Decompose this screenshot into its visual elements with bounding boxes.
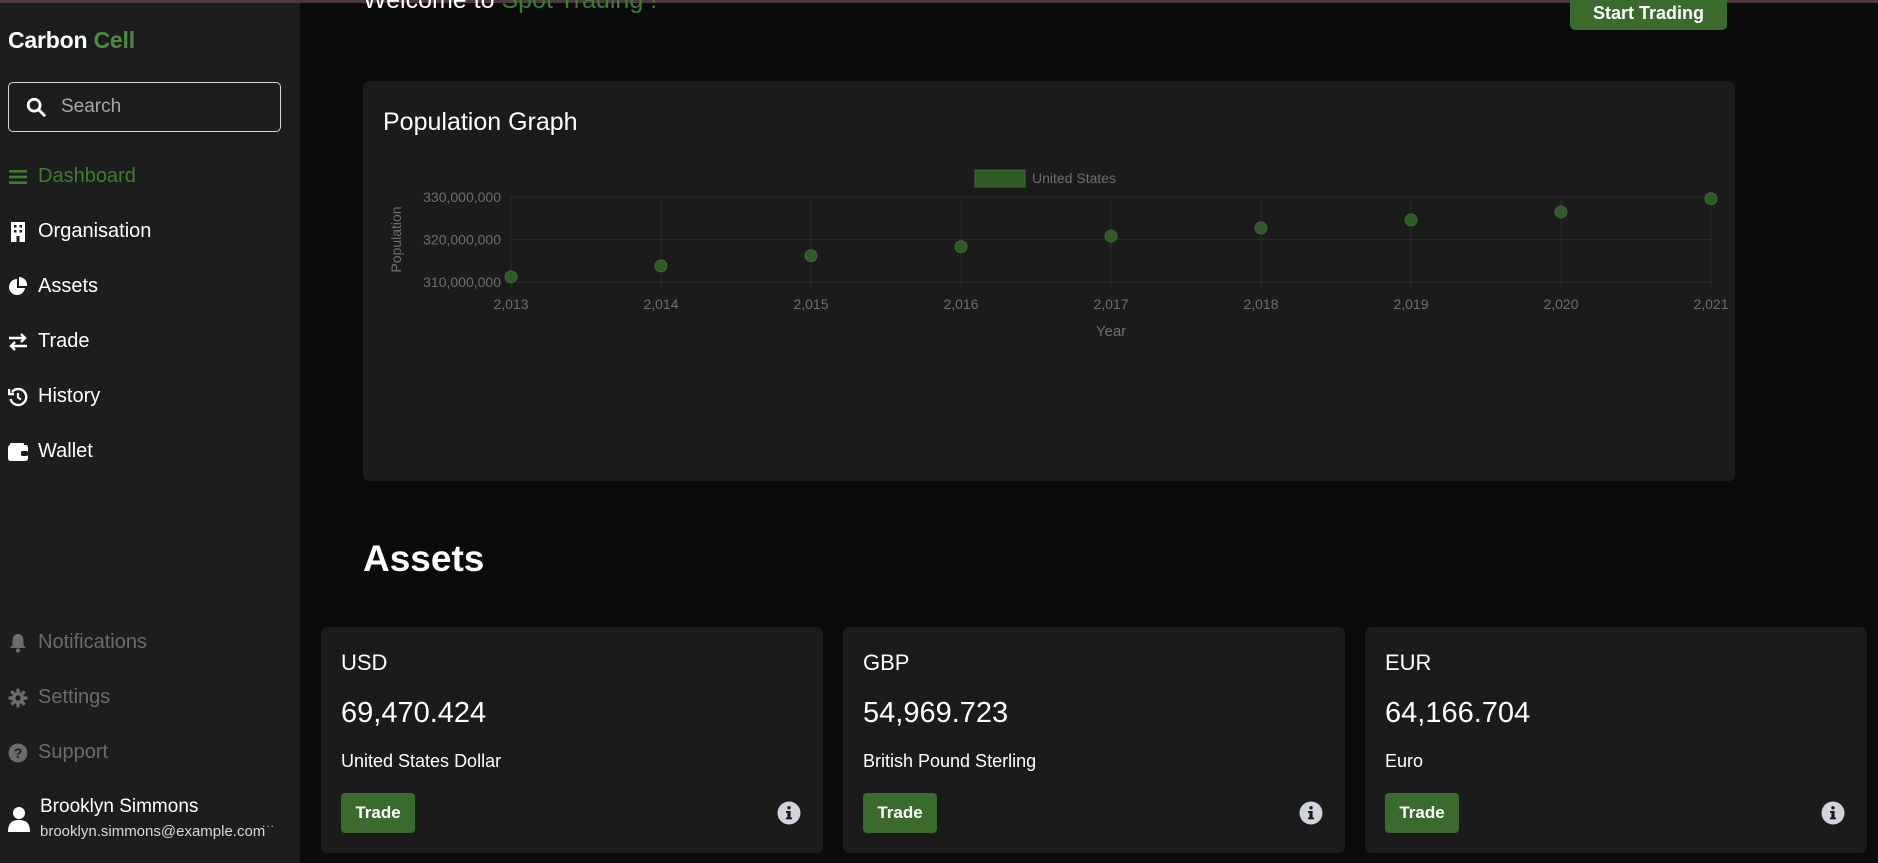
x-tick-label: 2,020 bbox=[1543, 296, 1578, 312]
sidebar-item-settings[interactable]: Settings bbox=[0, 670, 300, 725]
welcome-accent: Spot Trading ! bbox=[501, 0, 658, 14]
start-trading-button[interactable]: Start Trading bbox=[1570, 0, 1727, 30]
info-icon[interactable] bbox=[777, 801, 801, 825]
sidebar: Carbon Cell Dashboard Organisation Asset… bbox=[0, 3, 300, 863]
info-icon[interactable] bbox=[1821, 801, 1845, 825]
brand-name: Carbon bbox=[8, 27, 88, 53]
bell-icon bbox=[8, 633, 28, 653]
sidebar-item-trade[interactable]: Trade bbox=[0, 314, 300, 369]
exchange-icon bbox=[8, 332, 28, 352]
sidebar-item-label: Dashboard bbox=[38, 165, 136, 187]
search-icon bbox=[26, 97, 46, 117]
x-axis-label: Year bbox=[1096, 323, 1126, 340]
welcome-prefix: Welcome to bbox=[363, 0, 502, 14]
x-tick-label: 2,013 bbox=[493, 296, 528, 312]
data-point bbox=[1554, 205, 1568, 219]
sidebar-item-label: Organisation bbox=[38, 220, 152, 242]
legend-swatch bbox=[974, 169, 1026, 188]
x-tick-label: 2,019 bbox=[1393, 296, 1428, 312]
data-point bbox=[504, 270, 518, 284]
data-point bbox=[954, 240, 968, 254]
x-tick-label: 2,014 bbox=[643, 296, 678, 312]
sidebar-nav: Dashboard Organisation Assets Trade Hist… bbox=[0, 149, 300, 479]
x-tick-label: 2,018 bbox=[1243, 296, 1278, 312]
data-point bbox=[804, 249, 818, 263]
wallet-icon bbox=[8, 442, 28, 462]
data-point bbox=[1404, 213, 1418, 227]
x-tick-label: 2,017 bbox=[1093, 296, 1128, 312]
population-chart: 310,000,000 320,000,000 330,000,000 2,013 2,… bbox=[388, 169, 1729, 340]
sidebar-item-organisation[interactable]: Organisation bbox=[0, 204, 300, 259]
y-tick-label: 330,000,000 bbox=[423, 189, 501, 205]
sidebar-item-notifications[interactable]: Notifications bbox=[0, 615, 300, 670]
asset-name: Euro bbox=[1385, 751, 1424, 771]
sidebar-item-dashboard[interactable]: Dashboard bbox=[0, 149, 300, 204]
data-point bbox=[1104, 229, 1118, 243]
welcome-heading: Welcome to Spot Trading ! bbox=[363, 0, 657, 15]
asset-card-gbp: GBP 54,969.723 British Pound Sterling Tr… bbox=[843, 627, 1345, 853]
sidebar-item-label: Support bbox=[38, 741, 109, 763]
x-tick-label: 2,021 bbox=[1693, 296, 1728, 312]
search-box[interactable] bbox=[8, 82, 281, 132]
sidebar-item-label: Notifications bbox=[38, 631, 147, 653]
y-axis-label: Population bbox=[388, 206, 404, 272]
brand-accent: Cell bbox=[93, 27, 136, 53]
assets-section-title: Assets bbox=[363, 538, 485, 579]
history-icon bbox=[8, 387, 28, 407]
sidebar-item-label: Settings bbox=[38, 686, 111, 708]
asset-code: EUR bbox=[1385, 650, 1432, 675]
asset-amount: 64,166.704 bbox=[1385, 697, 1531, 729]
data-point bbox=[654, 259, 668, 273]
sidebar-item-history[interactable]: History bbox=[0, 369, 300, 424]
data-point bbox=[1254, 221, 1268, 235]
y-tick-label: 320,000,000 bbox=[423, 232, 501, 248]
search-input[interactable] bbox=[61, 96, 261, 118]
user-profile[interactable]: Brooklyn Simmons brooklyn.simmons@exampl… bbox=[0, 790, 300, 850]
x-tick-label: 2,015 bbox=[793, 296, 828, 312]
legend-label: United States bbox=[1032, 170, 1116, 186]
asset-name: United States Dollar bbox=[341, 751, 502, 771]
sidebar-bottom-nav: Notifications Settings ? Support bbox=[0, 615, 300, 780]
asset-card-eur: EUR 64,166.704 Euro Trade bbox=[1365, 627, 1867, 853]
brand-logo[interactable]: Carbon Cell bbox=[8, 27, 135, 54]
sidebar-item-label: Wallet bbox=[38, 440, 93, 462]
sidebar-item-label: History bbox=[38, 385, 101, 407]
trade-button[interactable]: Trade bbox=[1385, 793, 1459, 833]
asset-code: USD bbox=[341, 650, 388, 675]
asset-amount: 54,969.723 bbox=[863, 697, 1009, 729]
sidebar-item-support[interactable]: ? Support bbox=[0, 725, 300, 780]
sidebar-item-wallet[interactable]: Wallet bbox=[0, 424, 300, 479]
info-icon[interactable] bbox=[1299, 801, 1323, 825]
trade-button[interactable]: Trade bbox=[341, 793, 415, 833]
asset-card-usd: USD 69,470.424 United States Dollar Trad… bbox=[321, 627, 823, 853]
sidebar-item-assets[interactable]: Assets bbox=[0, 259, 300, 314]
x-tick-label: 2,016 bbox=[943, 296, 978, 312]
asset-name: British Pound Sterling bbox=[863, 751, 1037, 771]
gear-icon bbox=[8, 688, 28, 708]
trade-button[interactable]: Trade bbox=[863, 793, 937, 833]
asset-code: GBP bbox=[863, 650, 910, 675]
population-graph-card: Population Graph 310,000,000 320,000,000 3… bbox=[363, 81, 1735, 481]
user-menu-ellipsis[interactable]: ... bbox=[262, 816, 275, 830]
sidebar-item-label: Assets bbox=[38, 275, 99, 297]
pie-chart-icon bbox=[8, 276, 28, 297]
sidebar-item-label: Trade bbox=[38, 330, 90, 352]
building-icon bbox=[8, 221, 28, 242]
user-name: Brooklyn Simmons bbox=[40, 796, 199, 817]
user-icon bbox=[8, 807, 30, 832]
question-icon: ? bbox=[8, 743, 28, 763]
svg-text:?: ? bbox=[14, 745, 23, 761]
asset-amount: 69,470.424 bbox=[341, 697, 487, 729]
user-email: brooklyn.simmons@example.com bbox=[40, 823, 266, 840]
y-tick-label: 310,000,000 bbox=[423, 274, 501, 290]
data-point bbox=[1704, 192, 1718, 206]
menu-icon bbox=[8, 167, 28, 187]
